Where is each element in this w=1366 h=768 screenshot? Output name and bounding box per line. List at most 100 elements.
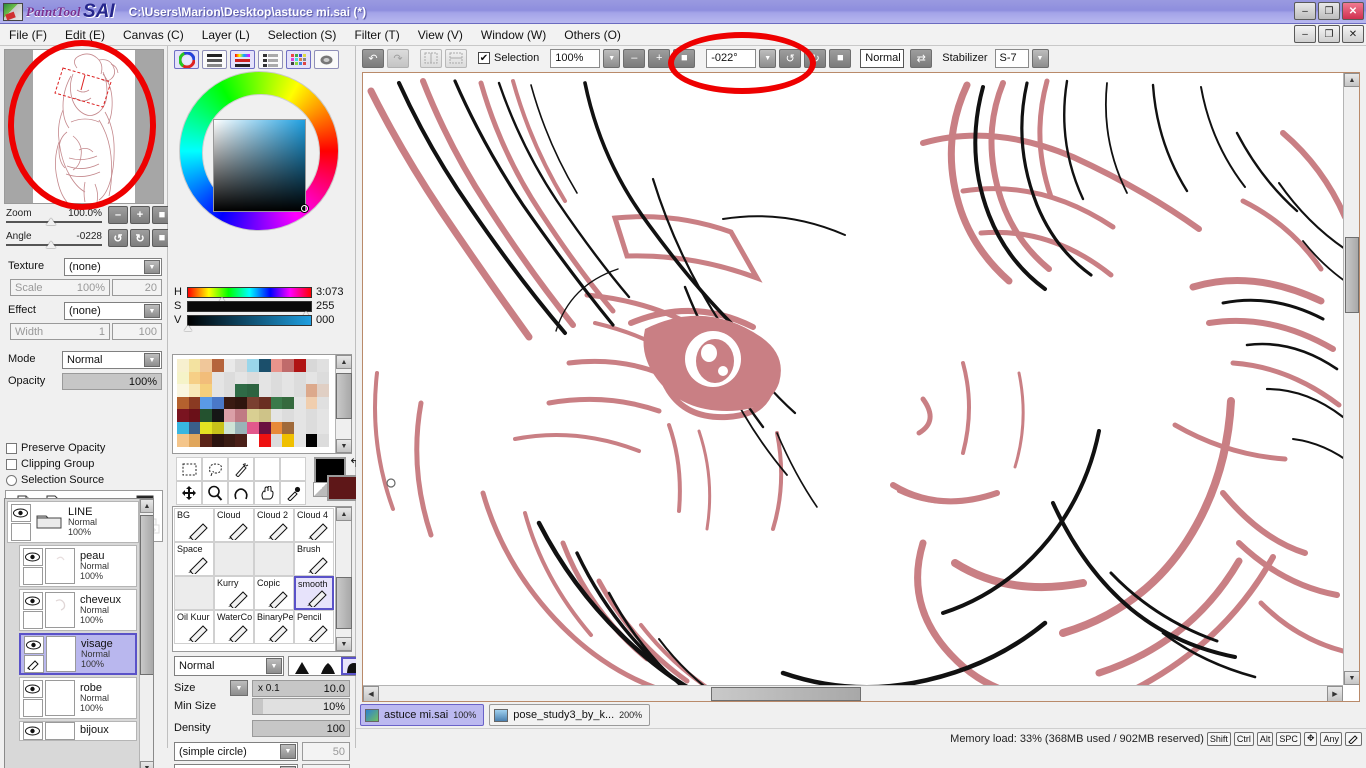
selection-checkbox[interactable]: ✔ Selection xyxy=(478,52,539,64)
color-swatch[interactable] xyxy=(200,434,213,447)
scratchpad-tab[interactable] xyxy=(314,50,339,69)
scroll-down-arrow-icon[interactable]: ▼ xyxy=(336,637,352,651)
color-swatch[interactable] xyxy=(235,421,248,435)
saturation-slider-row[interactable]: S 255 xyxy=(174,300,350,317)
gradient-bars-tab[interactable] xyxy=(230,50,255,69)
move-icon[interactable] xyxy=(176,481,202,505)
color-swatch[interactable] xyxy=(293,384,306,397)
chevron-down-icon[interactable]: ▼ xyxy=(280,744,296,759)
chevron-down-icon[interactable]: ▼ xyxy=(266,658,282,674)
layer-lock-toggle[interactable] xyxy=(22,610,43,629)
layer-lock-toggle[interactable] xyxy=(22,566,43,585)
color-swatch[interactable] xyxy=(282,359,294,372)
color-swatch[interactable] xyxy=(177,384,189,397)
layer-row-line[interactable]: LINE Normal 100% xyxy=(7,501,139,543)
layer-row-visage[interactable]: visage Normal 100% xyxy=(19,633,137,675)
color-swatch[interactable] xyxy=(270,434,283,447)
canvas-angle-dropdown[interactable]: ▼ xyxy=(759,48,777,68)
color-wheel[interactable] xyxy=(179,71,344,231)
color-swatch[interactable] xyxy=(317,396,329,410)
color-swatch[interactable] xyxy=(212,384,224,397)
eyedropper-icon[interactable] xyxy=(280,481,306,505)
color-swatch[interactable] xyxy=(270,359,283,372)
color-swatch[interactable] xyxy=(293,409,306,422)
color-swatch[interactable] xyxy=(270,384,283,397)
color-swatch[interactable] xyxy=(293,434,306,447)
canvas-zoom-reset-button[interactable]: ■ xyxy=(673,48,696,68)
soft-cone-icon[interactable] xyxy=(315,657,341,675)
document-tab-pose-study[interactable]: pose_study3_by_k... 200% xyxy=(489,704,651,726)
color-swatch[interactable] xyxy=(247,409,259,422)
layer-mode-combo[interactable]: Normal ▼ xyxy=(62,351,162,369)
brush-preset-panel[interactable]: BG Cloud Cloud 2 Cloud 4 Space Brush Kurry Copi… xyxy=(172,506,352,652)
scroll-down-arrow-icon[interactable]: ▼ xyxy=(336,439,352,453)
value-bar[interactable] xyxy=(187,314,312,326)
menu-others[interactable]: Others (O) xyxy=(555,25,630,45)
layer-row-cheveux[interactable]: cheveux Normal 100% xyxy=(19,589,137,631)
color-swatch[interactable] xyxy=(200,384,213,397)
color-swatch[interactable] xyxy=(235,359,248,372)
color-swatch[interactable] xyxy=(270,409,283,422)
brush-size-scale-dropdown[interactable]: ▼ xyxy=(230,680,248,696)
rect-select-icon[interactable] xyxy=(176,457,202,481)
chevron-down-icon[interactable]: ▼ xyxy=(144,304,160,318)
brush-size-slider[interactable]: x 0.1 10.0 xyxy=(252,680,350,697)
background-color-swatch[interactable] xyxy=(327,475,359,501)
close-button[interactable]: ✕ xyxy=(1342,2,1364,20)
layer-row-peau[interactable]: peau Normal 100% xyxy=(19,545,137,587)
rotate-icon[interactable] xyxy=(228,481,254,505)
color-swatch[interactable] xyxy=(223,396,236,410)
swap-icon[interactable]: ⇄ xyxy=(910,48,933,68)
color-swatch[interactable] xyxy=(305,434,318,447)
angle-slider-knob[interactable] xyxy=(46,241,56,248)
color-swatch[interactable] xyxy=(223,434,236,447)
color-swatch[interactable] xyxy=(270,396,283,410)
color-swatch[interactable] xyxy=(177,371,189,385)
scroll-thumb[interactable] xyxy=(336,373,352,419)
zoom-in-button[interactable]: + xyxy=(130,206,150,224)
layer-lock-toggle[interactable] xyxy=(10,522,31,541)
color-swatch[interactable] xyxy=(305,359,318,372)
color-swatch[interactable] xyxy=(317,384,329,397)
color-swatch[interactable] xyxy=(188,434,201,447)
brush-preset-empty-6[interactable] xyxy=(254,542,294,576)
color-swatch[interactable] xyxy=(305,409,318,422)
color-swatch[interactable] xyxy=(188,396,201,410)
canvas-blend-mode[interactable]: Normal xyxy=(860,48,905,68)
hue-bar[interactable] xyxy=(187,286,312,298)
color-swatch[interactable] xyxy=(177,396,189,410)
zoom-icon[interactable] xyxy=(202,481,228,505)
brush-preset-space[interactable]: Space xyxy=(174,542,214,576)
color-swatch[interactable] xyxy=(305,371,318,385)
eye-icon[interactable] xyxy=(22,547,43,566)
color-swatch[interactable] xyxy=(258,371,271,385)
stabilizer-value[interactable]: S-7 xyxy=(994,48,1029,68)
color-swatch[interactable] xyxy=(212,421,224,435)
color-swatch[interactable] xyxy=(177,409,189,422)
brush-preset-empty-8[interactable] xyxy=(174,576,214,610)
brush-blend-mode-combo[interactable]: Normal ▼ xyxy=(174,656,284,676)
color-swatch[interactable] xyxy=(235,396,248,410)
color-swatch[interactable] xyxy=(247,396,259,410)
color-swatch[interactable] xyxy=(317,409,329,422)
color-swatch[interactable] xyxy=(305,396,318,410)
value-slider-row[interactable]: V 000 xyxy=(174,314,350,331)
preserve-opacity-checkbox[interactable]: Preserve Opacity xyxy=(6,442,105,454)
effect-combo[interactable]: (none) ▼ xyxy=(64,302,162,320)
menu-edit[interactable]: Edit (E) xyxy=(56,25,114,45)
layer-opacity-slider[interactable]: 100% xyxy=(62,373,162,390)
hand-icon[interactable] xyxy=(254,481,280,505)
sharp-cone-icon[interactable] xyxy=(289,657,315,675)
saturation-value-square[interactable] xyxy=(213,119,306,212)
color-swatch[interactable] xyxy=(258,434,271,447)
color-swatch[interactable] xyxy=(177,421,189,435)
color-swatch[interactable] xyxy=(247,421,259,435)
color-swatch[interactable] xyxy=(212,359,224,372)
scroll-up-arrow-icon[interactable]: ▲ xyxy=(140,499,153,513)
canvas-zoom-in-button[interactable]: + xyxy=(648,48,671,68)
color-swatch[interactable] xyxy=(258,384,271,397)
scroll-thumb[interactable] xyxy=(140,515,153,675)
color-swatch[interactable] xyxy=(212,371,224,385)
brush-shape-combo[interactable]: (simple circle) ▼ xyxy=(174,742,298,761)
brush-preset-empty-5[interactable] xyxy=(214,542,254,576)
